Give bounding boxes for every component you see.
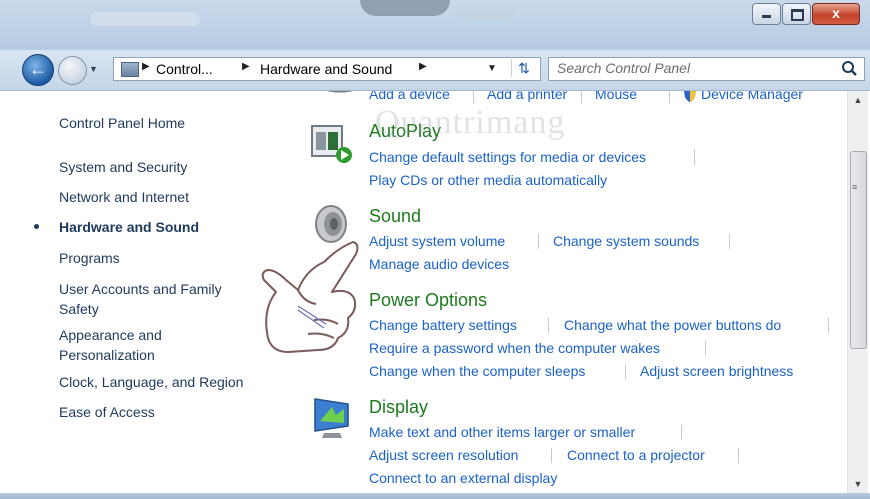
search-input[interactable] [557,60,827,76]
window-titlebar[interactable]: x [0,0,870,50]
link-change-power-buttons[interactable]: Change what the power buttons do [564,317,781,333]
link-separator [538,234,539,249]
speaker-icon [315,205,347,243]
link-device-manager[interactable]: Device Manager [701,91,803,102]
back-arrow-icon: ← [29,59,47,79]
shield-icon [684,91,696,102]
link-separator [828,318,829,333]
link-require-password[interactable]: Require a password when the computer wak… [369,340,660,356]
link-separator [681,425,682,440]
link-connect-projector[interactable]: Connect to a projector [567,447,705,463]
maximize-button[interactable] [782,3,811,25]
link-separator [705,341,706,356]
watermark-text: Quantrimang [375,104,566,141]
pointing-hand-icon [261,241,359,353]
link-separator [548,318,549,333]
maximize-icon [791,9,804,21]
sidebar: Control Panel Home System and Security N… [0,91,280,493]
category-title-display[interactable]: Display [369,397,428,418]
link-adjust-screen-resolution[interactable]: Adjust screen resolution [369,447,518,463]
window-controls: x [751,3,860,25]
breadcrumb-chevron-icon[interactable]: ▶ [419,61,427,72]
sidebar-item-network-and-internet[interactable]: Network and Internet [59,187,269,207]
link-separator [694,150,695,165]
link-separator [581,91,582,103]
address-dropdown-icon[interactable]: ▼ [487,63,497,74]
sidebar-item-ease-of-access[interactable]: Ease of Access [59,402,269,422]
link-connect-external-display[interactable]: Connect to an external display [369,470,557,486]
close-button[interactable]: x [812,3,860,25]
link-mouse[interactable]: Mouse [595,91,637,102]
sidebar-item-user-accounts[interactable]: User Accounts and Family Safety [59,279,249,319]
address-bar[interactable]: ▶ Control... ▶ Hardware and Sound ▶ ▼ ⇅ [113,57,541,81]
link-make-text-larger[interactable]: Make text and other items larger or smal… [369,424,635,440]
link-separator [473,91,474,103]
link-add-device[interactable]: Add a device [369,91,450,102]
sidebar-item-appearance[interactable]: Appearance and Personalization [59,325,189,365]
breadcrumb-chevron-icon[interactable]: ▶ [242,61,250,72]
display-icon [314,398,349,438]
sidebar-item-hardware-and-sound[interactable]: Hardware and Sound [59,217,269,237]
search-box[interactable] [548,57,865,81]
scroll-grip-icon: ≡ [852,182,858,192]
link-add-printer[interactable]: Add a printer [487,91,567,102]
close-icon: x [832,5,840,21]
search-icon[interactable] [840,60,860,78]
vertical-scrollbar[interactable]: ▲ ≡ ▼ [847,91,868,493]
sidebar-item-control-panel-home[interactable]: Control Panel Home [59,113,269,133]
sidebar-item-clock-language-region[interactable]: Clock, Language, and Region [59,372,269,392]
link-separator [738,448,739,463]
breadcrumb-hardware-and-sound[interactable]: Hardware and Sound [260,61,392,77]
link-change-computer-sleeps[interactable]: Change when the computer sleeps [369,363,585,379]
refresh-icon[interactable]: ⇅ [511,59,536,77]
link-separator [729,234,730,249]
category-title-power-options[interactable]: Power Options [369,290,487,311]
main-content: Add a device Add a printer Mouse Device … [285,91,847,493]
link-manage-audio-devices[interactable]: Manage audio devices [369,256,509,272]
link-change-system-sounds[interactable]: Change system sounds [553,233,699,249]
control-panel-icon [121,62,139,77]
minimize-button[interactable] [752,3,781,25]
scrollbar-thumb[interactable] [850,151,867,349]
minimize-icon [762,15,771,18]
sidebar-item-programs[interactable]: Programs [59,248,269,268]
background-blur [90,12,200,26]
sidebar-item-system-and-security[interactable]: System and Security [59,157,269,177]
breadcrumb-chevron-icon[interactable]: ▶ [142,61,150,72]
breadcrumb-control-panel[interactable]: Control... [156,61,213,77]
autoplay-icon [311,125,352,163]
link-change-default-settings[interactable]: Change default settings for media or dev… [369,149,646,165]
link-play-cds[interactable]: Play CDs or other media automatically [369,172,607,188]
scroll-up-icon[interactable]: ▲ [848,91,868,109]
window-bottom-frame [0,493,870,499]
background-blur [360,0,450,16]
scroll-down-icon[interactable]: ▼ [848,475,868,493]
link-separator [669,91,670,103]
category-title-sound[interactable]: Sound [369,206,421,227]
recent-pages-dropdown[interactable]: ▼ [89,64,98,74]
devices-icon [326,91,354,93]
link-change-battery-settings[interactable]: Change battery settings [369,317,517,333]
link-adjust-screen-brightness[interactable]: Adjust screen brightness [640,363,793,379]
background-blur [455,8,515,18]
link-separator [625,364,626,379]
back-button[interactable]: ← [22,54,54,86]
active-bullet-icon [34,224,39,229]
forward-button[interactable]: → [58,56,87,85]
forward-arrow-icon: → [64,60,81,77]
link-separator [551,448,552,463]
link-adjust-system-volume[interactable]: Adjust system volume [369,233,505,249]
